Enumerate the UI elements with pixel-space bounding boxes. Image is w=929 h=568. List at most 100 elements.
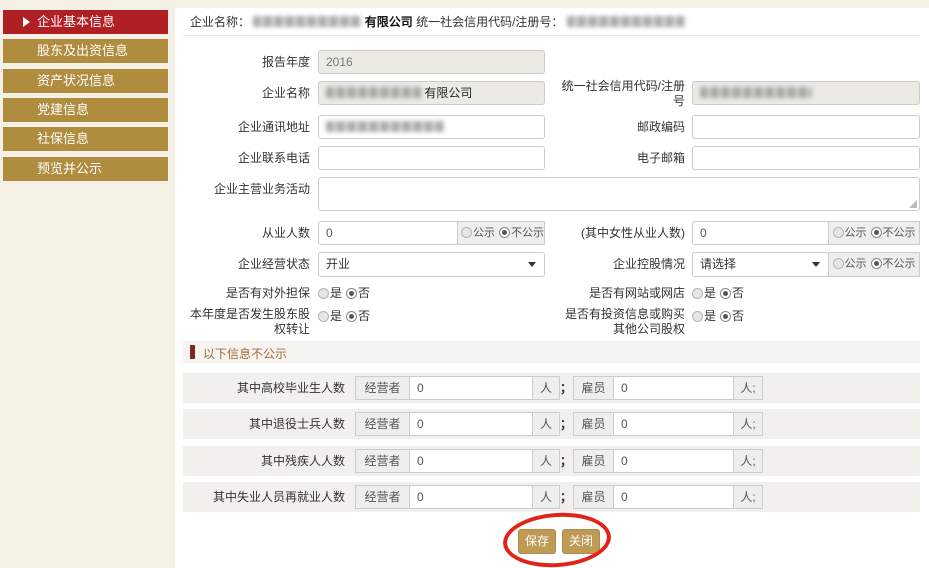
operating-status-value: 开业 xyxy=(326,257,350,271)
address-input[interactable] xyxy=(318,115,545,139)
radio-no[interactable] xyxy=(720,311,731,322)
sidebar-item-label: 企业基本信息 xyxy=(37,14,115,29)
resize-handle-icon[interactable] xyxy=(909,200,917,208)
unit-end-addon: 人; xyxy=(733,449,763,473)
sidebar-item-shareholders[interactable]: 股东及出资信息 xyxy=(3,39,168,63)
no-option-label: 否 xyxy=(358,309,370,323)
radio-no[interactable] xyxy=(720,288,731,299)
unit-end-addon: 人; xyxy=(733,412,763,436)
employee-addon: 雇员 xyxy=(573,412,614,436)
staff-count-label: 从业人数 xyxy=(180,221,310,245)
equity-transfer-label: 本年度是否发生股东股权转让 xyxy=(180,307,310,337)
credit-code-input xyxy=(692,81,920,105)
section-title: 以下信息不公示 xyxy=(203,345,287,362)
redacted-company-name xyxy=(253,16,361,27)
holding-status-publicity-group: 公示 不公示 xyxy=(828,252,920,277)
holding-status-select[interactable]: 请选择 xyxy=(692,252,829,277)
redacted-credit-code-value xyxy=(700,87,812,98)
operator-addon: 经营者 xyxy=(355,485,410,509)
no-option-label: 否 xyxy=(732,286,744,300)
company-name-value-suffix: 有限公司 xyxy=(424,86,472,100)
veterans-employee-input[interactable] xyxy=(613,412,734,436)
operator-addon: 经营者 xyxy=(355,449,410,473)
redacted-credit-code xyxy=(567,16,685,27)
radio-yes[interactable] xyxy=(692,311,703,322)
email-input[interactable] xyxy=(692,146,920,170)
sidebar-item-basic-info[interactable]: 企业基本信息 xyxy=(3,10,168,34)
phone-label: 企业联系电话 xyxy=(180,146,310,170)
postcode-label: 邮政编码 xyxy=(555,115,685,139)
annual-report-form-page: 企业基本信息 股东及出资信息 资产状况信息 党建信息 社保信息 预览并公示 企业… xyxy=(0,0,929,568)
employee-addon: 雇员 xyxy=(573,449,614,473)
reemployed-employee-input[interactable] xyxy=(613,485,734,509)
main-business-label: 企业主营业务活动 xyxy=(180,177,310,201)
company-name-suffix: 有限公司 xyxy=(365,15,413,29)
sidebar-item-label: 预览并公示 xyxy=(37,161,102,176)
publicize-option-label: 公示 xyxy=(845,227,867,239)
reemployed-count-label: 其中失业人员再就业人数 xyxy=(175,485,345,509)
sidebar-item-party-building[interactable]: 党建信息 xyxy=(3,98,168,122)
sidebar-item-label: 股东及出资信息 xyxy=(37,43,128,58)
redacted-company-name-value xyxy=(326,87,421,98)
external-guarantee-label: 是否有对外担保 xyxy=(180,286,310,301)
company-name-field-label: 企业名称 xyxy=(180,81,310,105)
reemployed-operator-input[interactable] xyxy=(409,485,533,509)
radio-no[interactable] xyxy=(346,288,357,299)
separator: ； xyxy=(560,485,570,509)
sidebar-item-preview-publish[interactable]: 预览并公示 xyxy=(3,157,168,181)
equity-transfer-radios: 是否 xyxy=(318,309,370,323)
postcode-input[interactable] xyxy=(692,115,920,139)
redacted-address-value xyxy=(326,121,444,132)
credit-code-label: 统一社会信用代码/注册号： xyxy=(416,15,563,29)
radio-publicize[interactable] xyxy=(833,227,844,238)
holding-status-value: 请选择 xyxy=(700,257,736,271)
radio-yes[interactable] xyxy=(318,311,329,322)
employee-addon: 雇员 xyxy=(573,485,614,509)
disabled-operator-input[interactable] xyxy=(409,449,533,473)
phone-input[interactable] xyxy=(318,146,545,170)
sidebar-item-label: 党建信息 xyxy=(37,102,89,117)
report-year-label: 报告年度 xyxy=(180,50,310,74)
radio-yes[interactable] xyxy=(318,288,329,299)
main-business-textarea[interactable] xyxy=(318,177,920,211)
disabled-employee-input[interactable] xyxy=(613,449,734,473)
publicize-option-label: 公示 xyxy=(845,258,867,270)
separator: ； xyxy=(560,376,570,400)
graduates-employee-input[interactable] xyxy=(613,376,734,400)
veterans-count-label: 其中退役士兵人数 xyxy=(175,412,345,436)
veterans-operator-input[interactable] xyxy=(409,412,533,436)
staff-count-publicity-group: 公示不公示 xyxy=(457,221,545,245)
not-publicize-option-label: 不公示 xyxy=(883,258,916,270)
company-name-label: 企业名称： xyxy=(190,15,250,29)
not-publicize-option-label: 不公示 xyxy=(511,227,544,239)
radio-publicize[interactable] xyxy=(461,227,472,238)
graduates-operator-input[interactable] xyxy=(409,376,533,400)
operating-status-select[interactable]: 开业 xyxy=(318,252,545,277)
sidebar-item-assets[interactable]: 资产状况信息 xyxy=(3,69,168,93)
female-staff-label: (其中女性从业人数) xyxy=(555,221,685,245)
operator-addon: 经营者 xyxy=(355,412,410,436)
radio-no[interactable] xyxy=(346,311,357,322)
credit-code-field-label: 统一社会信用代码/注册号 xyxy=(555,79,685,109)
radio-not-publicize[interactable] xyxy=(871,227,882,238)
unit-addon: 人 xyxy=(532,412,560,436)
radio-yes[interactable] xyxy=(692,288,703,299)
separator: ； xyxy=(560,412,570,436)
sidebar-item-label: 资产状况信息 xyxy=(37,73,115,88)
unit-addon: 人 xyxy=(532,485,560,509)
radio-not-publicize[interactable] xyxy=(499,227,510,238)
yes-option-label: 是 xyxy=(330,309,342,323)
female-staff-input[interactable] xyxy=(692,221,829,245)
radio-not-publicize[interactable] xyxy=(871,258,882,269)
yes-option-label: 是 xyxy=(704,309,716,323)
staff-count-input[interactable] xyxy=(318,221,458,245)
separator: ； xyxy=(560,449,570,473)
radio-publicize[interactable] xyxy=(833,258,844,269)
holding-status-label: 企业控股情况 xyxy=(555,252,685,276)
company-name-input: 有限公司 xyxy=(318,81,545,105)
non-public-section-bar: 以下信息不公示 xyxy=(183,341,920,363)
sidebar-item-social-security[interactable]: 社保信息 xyxy=(3,127,168,151)
yes-option-label: 是 xyxy=(704,286,716,300)
not-publicize-option-label: 不公示 xyxy=(883,227,916,239)
employee-addon: 雇员 xyxy=(573,376,614,400)
